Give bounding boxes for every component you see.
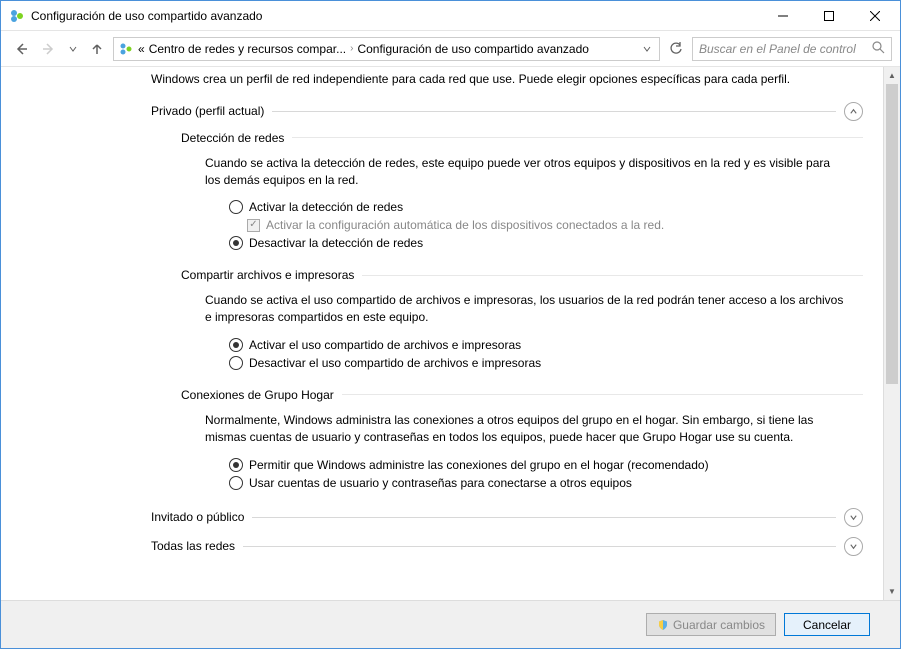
radio-icon xyxy=(229,458,243,472)
section-private-header[interactable]: Privado (perfil actual) xyxy=(151,102,863,121)
up-button[interactable] xyxy=(85,37,109,61)
window-title: Configuración de uso compartido avanzado xyxy=(31,9,760,23)
cancel-label: Cancelar xyxy=(803,618,851,632)
close-button[interactable] xyxy=(852,1,898,31)
breadcrumb-item-2[interactable]: Configuración de uso compartido avanzado xyxy=(357,42,588,56)
chevron-down-icon xyxy=(844,508,863,527)
section-guest-header[interactable]: Invitado o público xyxy=(151,508,863,527)
radio-detection-off[interactable]: Desactivar la detección de redes xyxy=(229,236,863,250)
content-area: Windows crea un perfil de red independie… xyxy=(1,67,883,600)
chevron-up-icon xyxy=(844,102,863,121)
section-guest-label: Invitado o público xyxy=(151,510,244,524)
radio-icon xyxy=(229,356,243,370)
save-button[interactable]: Guardar cambios xyxy=(646,613,776,636)
radio-homegroup-user[interactable]: Usar cuentas de usuario y contraseñas pa… xyxy=(229,476,863,490)
network-icon xyxy=(118,41,134,57)
radio-label: Permitir que Windows administre las cone… xyxy=(249,458,709,472)
scrollbar[interactable]: ▲ ▼ xyxy=(883,67,900,600)
radio-icon xyxy=(229,338,243,352)
address-dropdown[interactable] xyxy=(639,45,655,53)
radio-sharing-off[interactable]: Desactivar el uso compartido de archivos… xyxy=(229,356,863,370)
radio-label: Activar el uso compartido de archivos e … xyxy=(249,338,521,352)
chevron-down-icon xyxy=(844,537,863,556)
shield-icon xyxy=(657,619,669,631)
section-all-label: Todas las redes xyxy=(151,539,235,553)
breadcrumb-prefix: « xyxy=(138,42,145,56)
subsection-sharing-header: Compartir archivos e impresoras xyxy=(181,268,863,282)
recent-dropdown[interactable] xyxy=(65,37,81,61)
radio-label: Desactivar la detección de redes xyxy=(249,236,423,250)
radio-label: Activar la detección de redes xyxy=(249,200,403,214)
detection-desc: Cuando se activa la detección de redes, … xyxy=(205,155,845,189)
subsection-homegroup-label: Conexiones de Grupo Hogar xyxy=(181,388,334,402)
navbar: « Centro de redes y recursos compar... ›… xyxy=(1,31,900,67)
back-button[interactable] xyxy=(9,37,33,61)
sharing-desc: Cuando se activa el uso compartido de ar… xyxy=(205,292,845,326)
radio-icon xyxy=(229,236,243,250)
radio-sharing-on[interactable]: Activar el uso compartido de archivos e … xyxy=(229,338,863,352)
scroll-down-icon[interactable]: ▼ xyxy=(884,583,900,600)
titlebar: Configuración de uso compartido avanzado xyxy=(1,1,900,31)
search-icon xyxy=(872,41,885,57)
subsection-detection-header: Detección de redes xyxy=(181,131,863,145)
scroll-up-icon[interactable]: ▲ xyxy=(884,67,900,84)
address-bar[interactable]: « Centro de redes y recursos compar... ›… xyxy=(113,37,660,61)
subsection-homegroup-header: Conexiones de Grupo Hogar xyxy=(181,388,863,402)
homegroup-desc: Normalmente, Windows administra las cone… xyxy=(205,412,845,446)
maximize-button[interactable] xyxy=(806,1,852,31)
cancel-button[interactable]: Cancelar xyxy=(784,613,870,636)
refresh-button[interactable] xyxy=(664,37,688,61)
radio-label: Usar cuentas de usuario y contraseñas pa… xyxy=(249,476,632,490)
chevron-right-icon: › xyxy=(350,43,353,54)
checkbox-auto-config: Activar la configuración automática de l… xyxy=(247,218,863,232)
subsection-sharing-label: Compartir archivos e impresoras xyxy=(181,268,354,282)
search-placeholder: Buscar en el Panel de control xyxy=(699,42,866,56)
checkbox-icon xyxy=(247,219,260,232)
section-private-label: Privado (perfil actual) xyxy=(151,104,264,118)
save-label: Guardar cambios xyxy=(673,618,765,632)
forward-button[interactable] xyxy=(37,37,61,61)
search-input[interactable]: Buscar en el Panel de control xyxy=(692,37,892,61)
app-icon xyxy=(9,8,25,24)
radio-homegroup-windows[interactable]: Permitir que Windows administre las cone… xyxy=(229,458,863,472)
checkbox-label: Activar la configuración automática de l… xyxy=(266,218,664,232)
footer: Guardar cambios Cancelar xyxy=(1,600,900,648)
subsection-detection-label: Detección de redes xyxy=(181,131,284,145)
radio-icon xyxy=(229,200,243,214)
minimize-button[interactable] xyxy=(760,1,806,31)
breadcrumb-item-1[interactable]: Centro de redes y recursos compar... xyxy=(149,42,346,56)
section-all-header[interactable]: Todas las redes xyxy=(151,537,863,556)
radio-icon xyxy=(229,476,243,490)
radio-detection-on[interactable]: Activar la detección de redes xyxy=(229,200,863,214)
intro-text: Windows crea un perfil de red independie… xyxy=(151,71,831,88)
scrollbar-thumb[interactable] xyxy=(886,84,898,384)
radio-label: Desactivar el uso compartido de archivos… xyxy=(249,356,541,370)
